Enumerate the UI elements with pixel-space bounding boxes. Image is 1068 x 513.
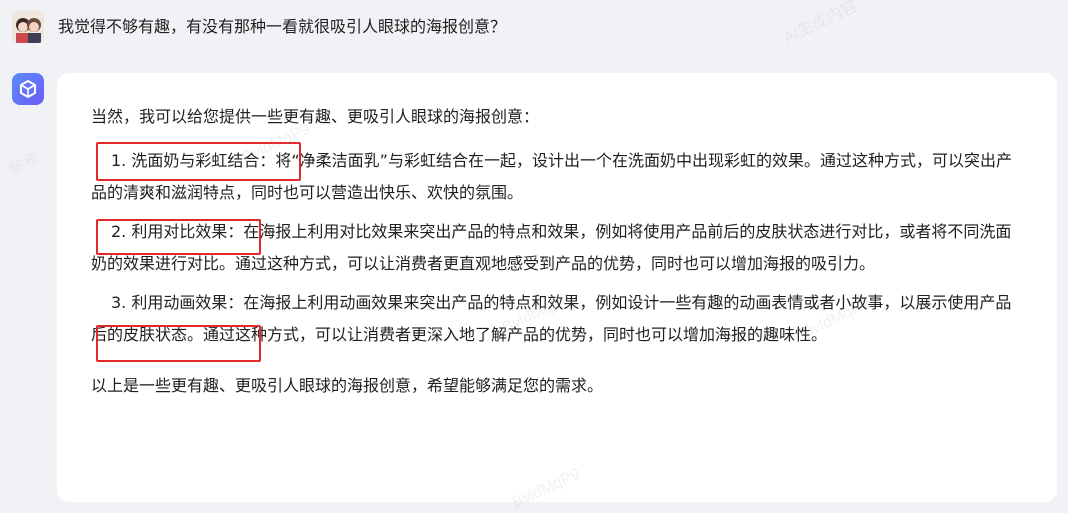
assistant-outro: 以上是一些更有趣、更吸引人眼球的海报创意，希望能够满足您的需求。 [91,376,604,395]
watermark: AI生成内容 [781,0,861,47]
idea-item-2-title-wrap: 2. 利用对比效果： [91,222,243,241]
watermark: 参考 [4,149,42,179]
assistant-intro: 当然，我可以给您提供一些更有趣、更吸引人眼球的海报创意： [91,107,540,126]
user-avatar[interactable] [12,11,44,43]
assistant-message-bubble: 当然，我可以给您提供一些更有趣、更吸引人眼球的海报创意： 1. 洗面奶与彩虹结合… [57,73,1057,502]
idea-item-2: 2. 利用对比效果：在海报上利用对比效果来突出产品的特点和效果，例如将使用产品前… [91,216,1021,280]
assistant-cube-icon [12,73,44,105]
idea-item-2-title: 2. 利用对比效果： [111,222,244,241]
idea-item-3-title: 3. 利用动画效果： [111,293,244,312]
idea-item-3-title-wrap: 3. 利用动画效果： [91,293,243,312]
user-message-text: 我觉得不够有趣，有没有那种一看就很吸引人眼球的海报创意？ [58,17,507,36]
idea-item-1: 1. 洗面奶与彩虹结合：将“净柔洁面乳”与彩虹结合在一起，设计出一个在洗面奶中出… [91,145,1021,209]
user-message-row: 我觉得不够有趣，有没有那种一看就很吸引人眼球的海报创意？ [12,9,506,45]
idea-item-1-title-wrap: 1. 洗面奶与彩虹结合： [91,151,275,170]
idea-item-1-title: 1. 洗面奶与彩虹结合： [111,151,276,170]
idea-list: 1. 洗面奶与彩虹结合：将“净柔洁面乳”与彩虹结合在一起，设计出一个在洗面奶中出… [91,145,1021,351]
idea-item-3: 3. 利用动画效果：在海报上利用动画效果来突出产品的特点和效果，例如设计一些有趣… [91,287,1021,351]
assistant-message-content: 当然，我可以给您提供一些更有趣、更吸引人眼球的海报创意： 1. 洗面奶与彩虹结合… [91,101,1021,402]
